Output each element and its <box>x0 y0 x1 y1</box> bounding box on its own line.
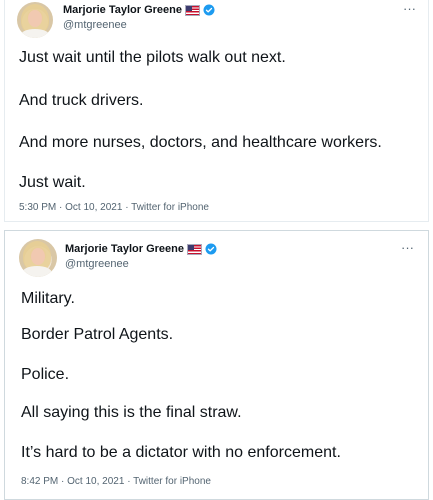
more-options-icon[interactable]: ··· <box>403 2 416 15</box>
avatar-shoulders <box>22 266 52 277</box>
tweet-text-line: It’s hard to be a dictator with no enfor… <box>21 444 341 461</box>
more-options-icon[interactable]: ··· <box>401 241 414 254</box>
meta-separator: · <box>127 476 131 487</box>
us-flag-icon <box>185 4 201 16</box>
tweet-text-line: And truck drivers. <box>19 92 144 109</box>
avatar[interactable] <box>17 2 53 38</box>
meta-separator: · <box>59 202 63 213</box>
tweet-text-line: And more nurses, doctors, and healthcare… <box>19 134 382 151</box>
avatar-shoulders <box>20 29 50 38</box>
author-name[interactable]: Marjorie Taylor Greene <box>63 4 182 16</box>
meta-separator: · <box>125 202 129 213</box>
verified-badge-icon <box>203 4 215 16</box>
avatar-face <box>31 248 45 265</box>
tweet-source[interactable]: Twitter for iPhone <box>133 476 211 487</box>
tweet-meta: 8:42 PM · Oct 10, 2021 · Twitter for iPh… <box>21 476 211 487</box>
author-name-row[interactable]: Marjorie Taylor Greene <box>63 4 215 16</box>
tweet-time[interactable]: 8:42 PM <box>21 476 58 487</box>
author-handle[interactable]: @mtgreenee <box>65 258 129 270</box>
tweet-text-line: Just wait until the pilots walk out next… <box>19 49 286 66</box>
tweet-meta: 5:30 PM · Oct 10, 2021 · Twitter for iPh… <box>19 202 209 213</box>
verified-badge-icon <box>205 243 217 255</box>
tweet-card[interactable]: Marjorie Taylor Greene @mtgreenee ··· Ju… <box>4 0 429 222</box>
author-handle[interactable]: @mtgreenee <box>63 19 127 31</box>
avatar[interactable] <box>19 239 57 277</box>
tweet-text-line: Border Patrol Agents. <box>21 326 174 343</box>
tweet-text-line: Just wait. <box>19 174 86 191</box>
tweet-date[interactable]: Oct 10, 2021 <box>65 202 122 213</box>
tweet-text-line: All saying this is the final straw. <box>21 404 242 421</box>
tweet-date[interactable]: Oct 10, 2021 <box>67 476 124 487</box>
tweet-time[interactable]: 5:30 PM <box>19 202 56 213</box>
meta-separator: · <box>61 476 65 487</box>
tweet-text-line: Military. <box>21 290 75 307</box>
tweet-source[interactable]: Twitter for iPhone <box>131 202 209 213</box>
tweet-card[interactable]: Marjorie Taylor Greene @mtgreenee ··· Mi… <box>4 230 429 500</box>
avatar-face <box>28 10 42 27</box>
author-name[interactable]: Marjorie Taylor Greene <box>65 243 184 255</box>
us-flag-icon <box>187 243 203 255</box>
tweet-text-line: Police. <box>21 366 70 383</box>
author-name-row[interactable]: Marjorie Taylor Greene <box>65 243 217 255</box>
